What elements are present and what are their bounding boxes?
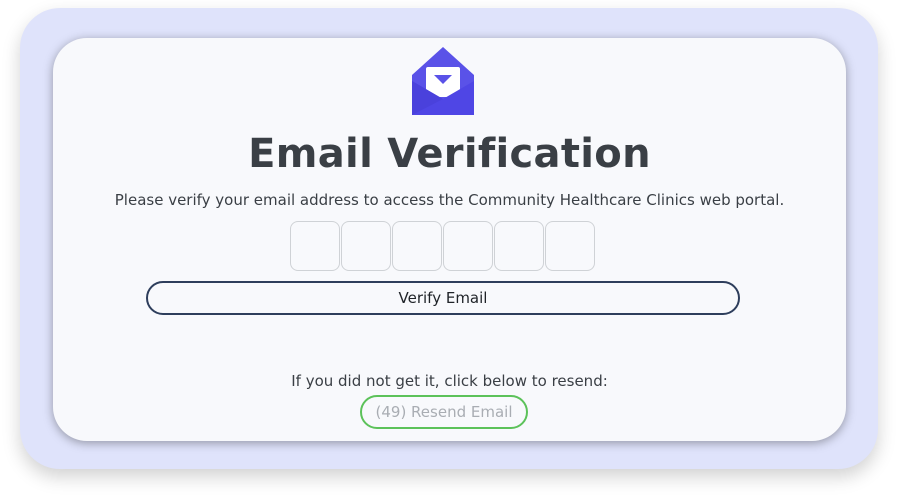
resend-email-button[interactable]: (49) Resend Email — [360, 395, 528, 429]
verification-code-inputs — [290, 221, 595, 273]
verification-card: Email Verification Please verify your em… — [53, 38, 846, 441]
verify-email-button[interactable]: Verify Email — [146, 281, 740, 315]
code-digit-1[interactable] — [290, 221, 340, 271]
resend-prompt: If you did not get it, click below to re… — [291, 372, 608, 390]
code-digit-2[interactable] — [341, 221, 391, 271]
code-digit-4[interactable] — [443, 221, 493, 271]
code-digit-3[interactable] — [392, 221, 442, 271]
code-digit-6[interactable] — [545, 221, 595, 271]
envelope-open-icon — [412, 47, 474, 115]
code-digit-5[interactable] — [494, 221, 544, 271]
instructions-text: Please verify your email address to acce… — [114, 191, 785, 209]
page-title: Email Verification — [248, 131, 651, 177]
